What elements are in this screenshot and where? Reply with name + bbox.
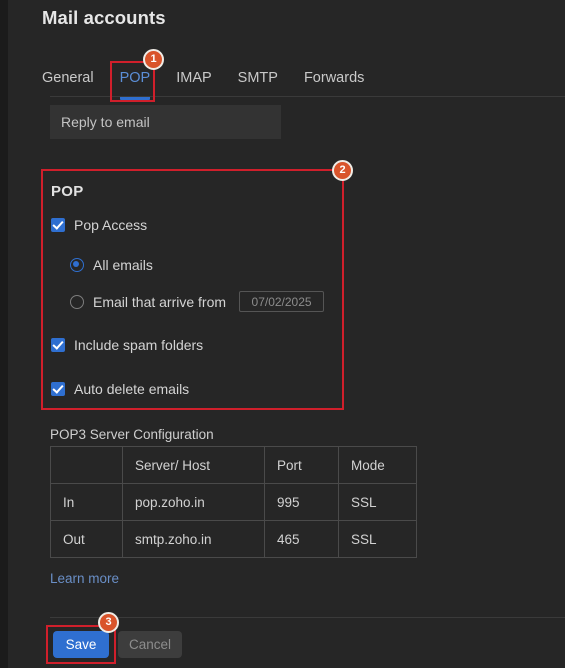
table-cell-direction: In	[50, 483, 123, 521]
tab-divider	[50, 96, 565, 97]
table-header-port: Port	[264, 446, 339, 484]
all-emails-radio-row[interactable]: All emails	[70, 257, 153, 273]
include-spam-checkbox-row[interactable]: Include spam folders	[51, 337, 203, 353]
server-config-label: POP3 Server Configuration	[50, 427, 214, 442]
pop3-server-config-table: Server/ Host Port Mode In pop.zoho.in 99…	[50, 446, 417, 558]
radio-selected-icon[interactable]	[70, 258, 84, 272]
arrive-from-date-input[interactable]	[239, 291, 325, 312]
checkbox-icon[interactable]	[51, 338, 65, 352]
cancel-button[interactable]: Cancel	[118, 631, 182, 658]
table-header-mode: Mode	[338, 446, 417, 484]
all-emails-label: All emails	[93, 257, 153, 273]
page-title: Mail accounts	[42, 7, 166, 28]
footer-divider	[50, 617, 565, 618]
save-button[interactable]: Save	[53, 631, 109, 658]
table-header-row: Server/ Host Port Mode	[50, 446, 417, 484]
tab-general-label: General	[42, 70, 94, 86]
tab-general[interactable]: General	[42, 68, 106, 88]
email-arrive-from-radio-row[interactable]: Email that arrive from	[70, 291, 325, 312]
include-spam-label: Include spam folders	[74, 337, 204, 353]
table-cell-port: 465	[264, 520, 339, 558]
tab-bar: General POP IMAP SMTP Forwards	[42, 68, 390, 100]
table-header-blank	[50, 446, 123, 484]
annotation-badge-3: 3	[98, 612, 119, 633]
tab-pop[interactable]: POP	[119, 68, 163, 100]
tab-pop-label: POP	[119, 70, 151, 86]
table-header-host: Server/ Host	[122, 446, 265, 484]
pop-settings-highlight-box	[41, 169, 344, 410]
auto-delete-label: Auto delete emails	[74, 381, 190, 397]
tab-smtp-label: SMTP	[237, 70, 278, 86]
mail-accounts-panel: Mail accounts General POP IMAP SMTP Forw…	[8, 0, 565, 668]
tab-smtp[interactable]: SMTP	[238, 68, 290, 88]
table-cell-host: pop.zoho.in	[122, 483, 265, 521]
table-row: In pop.zoho.in 995 SSL	[50, 483, 417, 521]
email-arrive-from-label: Email that arrive from	[93, 293, 227, 310]
table-cell-port: 995	[264, 483, 339, 521]
table-row: Out smtp.zoho.in 465 SSL	[50, 520, 417, 558]
tab-imap[interactable]: IMAP	[176, 68, 223, 88]
auto-delete-checkbox-row[interactable]: Auto delete emails	[51, 381, 189, 397]
table-cell-mode: SSL	[338, 520, 417, 558]
annotation-badge-2: 2	[332, 160, 353, 181]
radio-unselected-icon[interactable]	[70, 294, 84, 309]
tab-imap-label: IMAP	[176, 70, 212, 86]
annotation-badge-1: 1	[143, 49, 164, 70]
reply-to-email-field[interactable]: Reply to email	[50, 105, 281, 139]
pop-access-checkbox-row[interactable]: Pop Access	[51, 217, 147, 233]
learn-more-link[interactable]: Learn more	[50, 571, 119, 586]
checkbox-icon[interactable]	[51, 382, 65, 396]
tab-forwards-label: Forwards	[303, 70, 365, 86]
table-cell-direction: Out	[50, 520, 123, 558]
tab-forwards[interactable]: Forwards	[304, 68, 376, 88]
reply-to-email-label: Reply to email	[61, 114, 150, 130]
table-cell-host: smtp.zoho.in	[122, 520, 265, 558]
pop-section-heading: POP	[51, 183, 84, 200]
table-cell-mode: SSL	[338, 483, 417, 521]
checkbox-icon[interactable]	[51, 218, 65, 232]
pop-access-label: Pop Access	[74, 217, 148, 233]
